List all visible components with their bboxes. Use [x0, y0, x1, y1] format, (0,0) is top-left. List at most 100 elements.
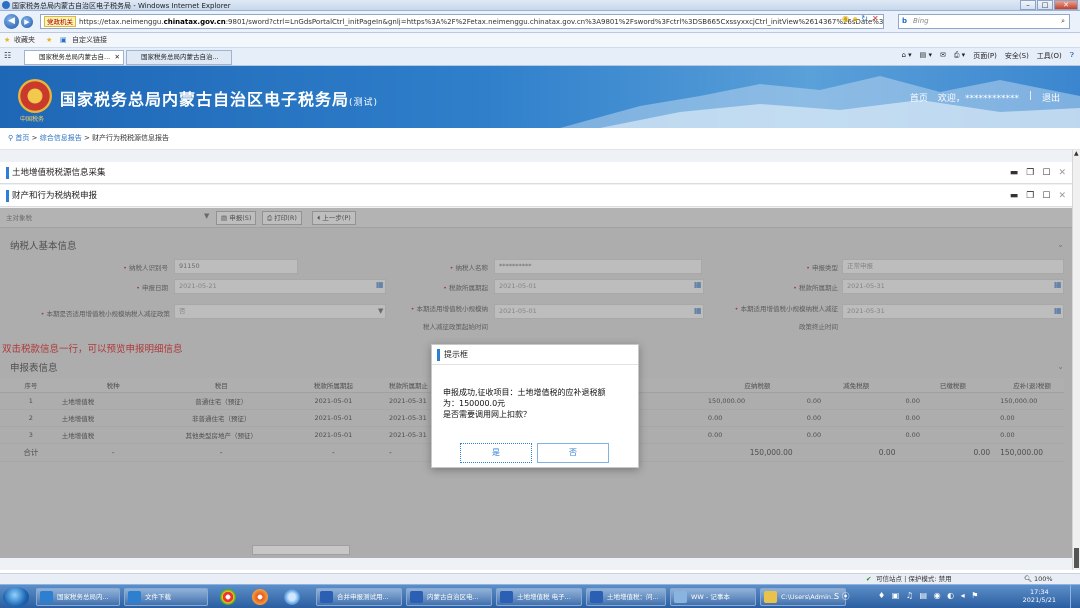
restore-panel-icon[interactable]: ❐	[1026, 185, 1034, 207]
zoom-level[interactable]: 100%	[1034, 574, 1053, 584]
dialog-message: 申报成功,征收项目：土地增值税的应补退税额 为：150000.0元 是否需要调用…	[443, 387, 635, 420]
scroll-thumb[interactable]	[1074, 548, 1079, 568]
window-title: 国家税务总局内蒙古自治区电子税务局 - Windows Internet Exp…	[12, 2, 231, 10]
zoom-icon[interactable]: 🔍︎	[1024, 574, 1032, 584]
refresh-icon[interactable]: ↻	[861, 14, 868, 24]
task-label: C:\Users\Admin...	[781, 593, 838, 601]
welcome-text: 欢迎，	[937, 94, 965, 104]
task-label: 土地增值税 电子...	[517, 593, 571, 601]
show-desktop-button[interactable]	[1070, 585, 1080, 608]
logout-link[interactable]: 退出	[1042, 91, 1060, 104]
task-label: 国家税务总局内...	[57, 593, 109, 601]
dialog-line-3: 是否需要调用网上扣款？	[443, 410, 531, 419]
tools-menu[interactable]: 工具(O)	[1037, 51, 1062, 61]
task-ie-tax[interactable]: 国家税务总局内...	[36, 588, 120, 606]
no-button[interactable]: 否	[537, 443, 609, 463]
window-titlebar: 国家税务总局内蒙古自治区电子税务局 - Windows Internet Exp…	[0, 0, 1080, 11]
ie-command-bar: ⌂ ▾ ▤ ▾ ✉ ⎙ ▾ 页面(P) 安全(S) 工具(O) ❓︎	[901, 51, 1074, 61]
task-label: 内蒙古自治区电...	[427, 593, 479, 601]
bing-icon: b	[902, 17, 908, 25]
status-bar: ✔ 可信站点 | 保护模式: 禁用 🔍︎ 100%	[0, 573, 1080, 584]
username: ************	[964, 94, 1019, 104]
tab-close-icon[interactable]: ✕	[115, 51, 120, 64]
panel-land-vat-collection[interactable]: 土地增值税税源信息采集 ▬ ❐ ☐ ✕	[0, 162, 1072, 184]
lock-icon[interactable]: 🔒︎	[853, 14, 857, 24]
forward-button[interactable]: ▶	[21, 16, 33, 28]
url-input[interactable]: 党政机关 https://etax.neimenggu.chinatax.gov…	[40, 14, 884, 29]
site-title-text: 国家税务总局内蒙古自治区电子税务局	[60, 90, 350, 109]
header-home-link[interactable]: 首页	[910, 91, 928, 104]
tool-icon[interactable]	[284, 589, 300, 605]
task-label: 土地增值税：问...	[607, 593, 659, 601]
maximize-panel-icon[interactable]: ☐	[1042, 185, 1050, 207]
tab-label: 国家税务总局内蒙古自...	[39, 53, 111, 61]
tray-icons[interactable]: ♦ ▣ ♫ ▤ ◉ ◐ ◂ ⚑	[878, 591, 980, 600]
search-placeholder: Bing	[913, 17, 929, 25]
url-prefix: https://etax.neimenggu.	[79, 17, 164, 26]
home-icon[interactable]: ⌂ ▾	[901, 51, 911, 61]
browser-icon[interactable]	[252, 589, 268, 605]
ie-icon	[2, 1, 10, 9]
close-window-button[interactable]: ✕	[1054, 0, 1078, 10]
minimize-panel-icon[interactable]: ▬	[1010, 162, 1019, 184]
back-button[interactable]: ◀	[4, 14, 19, 29]
task-download[interactable]: 文件下载	[124, 588, 208, 606]
clock-time: 17:34	[1029, 588, 1049, 596]
help-icon[interactable]: ❓︎	[1070, 51, 1074, 61]
clock[interactable]: 17:34 2021/5/21	[1023, 588, 1056, 604]
panel-property-tax-declaration[interactable]: 财产和行为税纳税申报 ▬ ❐ ☐ ✕	[0, 185, 1072, 207]
browser-tab-1[interactable]: 国家税务总局内蒙古自... ✕	[24, 50, 124, 65]
task-word-2[interactable]: 内蒙古自治区电...	[406, 588, 492, 606]
close-panel-icon[interactable]: ✕	[1058, 162, 1066, 184]
tax-emblem-icon	[18, 79, 52, 113]
search-input[interactable]: b Bing ⌕	[898, 14, 1070, 29]
task-label: WW - 记事本	[691, 593, 730, 601]
confirm-dialog: 提示框 申报成功,征收项目：土地增值税的应补退税额 为：150000.0元 是否…	[431, 344, 639, 468]
dialog-title: 提示框	[432, 345, 638, 365]
task-word-1[interactable]: 合并申报测试用...	[316, 588, 402, 606]
ime-icon[interactable]: S ⦿	[834, 591, 850, 602]
minimize-panel-icon[interactable]: ▬	[1010, 185, 1019, 207]
site-title: 国家税务总局内蒙古自治区电子税务局(测试)	[60, 86, 378, 110]
compat-icon[interactable]: ◉	[842, 14, 849, 24]
safety-menu[interactable]: 安全(S)	[1005, 51, 1029, 61]
maximize-button[interactable]: □	[1037, 0, 1053, 10]
ie-icon	[128, 591, 141, 603]
stop-icon[interactable]: ✕	[872, 14, 879, 24]
notepad-icon	[674, 591, 687, 603]
page-menu[interactable]: 页面(P)	[973, 51, 997, 61]
url-rest: :9801/sword?ctrl=LnGdsPortalCtrl_initPag…	[225, 17, 884, 26]
task-notepad[interactable]: WW - 记事本	[670, 588, 756, 606]
breadcrumb-item-1[interactable]: 综合信息报告	[40, 134, 82, 142]
favorites-bar: ★ 收藏夹 ★ ▣ 自定义链接	[0, 33, 1080, 48]
minimize-button[interactable]: –	[1020, 0, 1036, 10]
chrome-icon[interactable]	[220, 589, 236, 605]
vertical-scrollbar[interactable]: ▲	[1072, 150, 1080, 570]
custom-link[interactable]: 自定义链接	[72, 33, 107, 47]
dialog-line-1: 申报成功,征收项目：土地增值税的应补退税额	[443, 388, 606, 397]
restore-panel-icon[interactable]: ❐	[1026, 162, 1034, 184]
security-zone[interactable]: 可信站点 | 保护模式: 禁用	[876, 574, 952, 584]
trusted-zone-icon: ✔	[866, 575, 872, 583]
maximize-panel-icon[interactable]: ☐	[1042, 162, 1050, 184]
feeds-icon[interactable]: ▤ ▾	[920, 51, 932, 61]
task-word-4[interactable]: 土地增值税：问...	[586, 588, 666, 606]
browser-tab-2[interactable]: 国家税务总局内蒙古自治...	[126, 50, 232, 65]
yes-button[interactable]: 是	[460, 443, 532, 463]
custom-link-icon: ▣	[60, 36, 67, 44]
breadcrumb-item-2: 财产行为税税源信息报告	[92, 134, 170, 142]
scroll-up-icon[interactable]: ▲	[1074, 150, 1079, 157]
favorites-add-icon[interactable]: ★	[46, 33, 52, 47]
mail-icon[interactable]: ✉	[940, 51, 946, 61]
close-panel-icon[interactable]: ✕	[1058, 185, 1066, 207]
start-button[interactable]	[3, 587, 29, 607]
breadcrumb-home[interactable]: 首页	[15, 134, 29, 142]
tab-list-icon[interactable]: ☷	[4, 51, 11, 60]
tab-bar: ☷ 国家税务总局内蒙古自... ✕ 国家税务总局内蒙古自治... ⌂ ▾ ▤ ▾…	[0, 48, 1080, 66]
task-word-3[interactable]: 土地增值税 电子...	[496, 588, 582, 606]
print-icon[interactable]: ⎙ ▾	[954, 51, 965, 61]
search-icon[interactable]: ⌕	[1061, 15, 1065, 28]
cert-badge[interactable]: 党政机关	[44, 16, 76, 27]
panel-title: 土地增值税税源信息采集	[12, 168, 106, 178]
favorites-button[interactable]: 收藏夹	[14, 33, 35, 47]
